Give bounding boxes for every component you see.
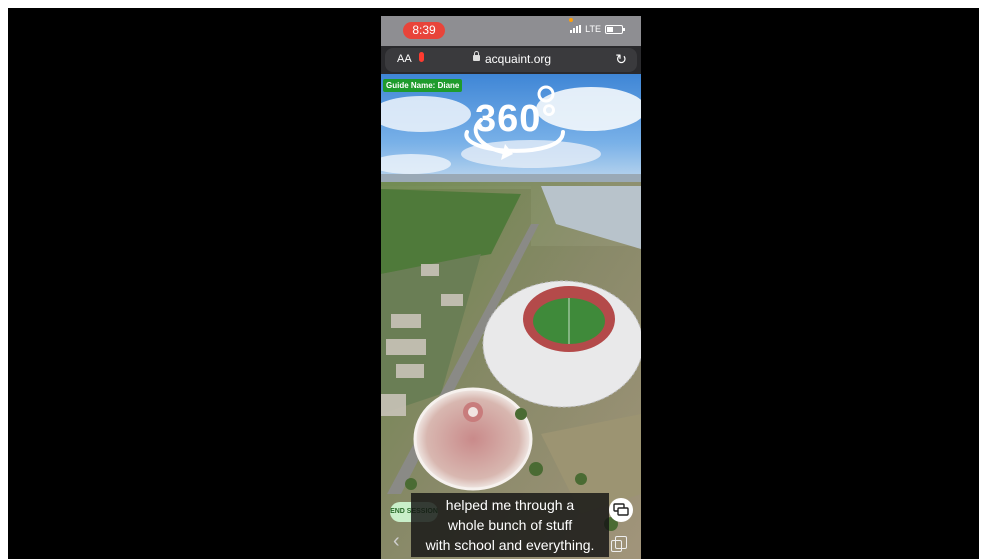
- privacy-indicator-dot: [569, 18, 573, 22]
- status-bar: 8:39 LTE: [381, 16, 641, 46]
- guide-name-badge: Guide Name: Diane: [383, 79, 463, 92]
- browser-toolbar: AA acquaint.org ↻: [381, 46, 641, 74]
- tabs-icon[interactable]: [611, 536, 627, 552]
- address-bar[interactable]: AA acquaint.org ↻: [385, 48, 637, 72]
- microphone-icon: [419, 52, 424, 62]
- caption-line: whole bunch of stuff: [447, 517, 573, 533]
- url-text[interactable]: acquaint.org: [485, 52, 551, 66]
- phone-screen: 8:39 LTE AA acquaint.org ↻ Guide Name: D…: [381, 16, 641, 559]
- status-time: 8:39: [403, 22, 445, 39]
- status-indicators: LTE: [570, 24, 625, 34]
- network-type: LTE: [585, 24, 601, 34]
- text-size-button[interactable]: AA: [397, 53, 412, 65]
- view-mode-label: 360°: [475, 98, 558, 140]
- reload-icon[interactable]: ↻: [615, 51, 627, 68]
- caption-line: helped me through a: [445, 497, 575, 513]
- battery-icon: [605, 24, 625, 34]
- chevron-left-icon[interactable]: ‹: [393, 530, 400, 553]
- panorama-view[interactable]: Guide Name: Diane 360° END SESSION helpe…: [381, 74, 641, 559]
- chat-bubbles-icon: [613, 503, 629, 516]
- chat-button[interactable]: [609, 498, 633, 522]
- video-caption: helped me through a whole bunch of stuff…: [411, 493, 609, 557]
- lock-icon: [473, 51, 480, 61]
- signal-icon: [570, 25, 582, 33]
- caption-line: with school and everything.: [425, 537, 595, 553]
- video-frame: 8:39 LTE AA acquaint.org ↻ Guide Name: D…: [8, 8, 979, 559]
